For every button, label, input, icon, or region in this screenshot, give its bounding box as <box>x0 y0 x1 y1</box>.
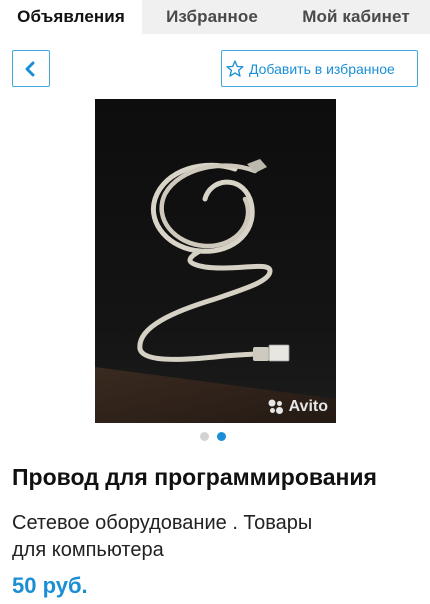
tab-favorites[interactable]: Избранное <box>142 0 282 34</box>
avito-logo-icon <box>268 399 283 414</box>
cable-photo-image <box>95 99 336 423</box>
add-to-favorites-button[interactable]: Добавить в избранное <box>221 50 418 87</box>
category-line-2: для компьютера <box>12 539 164 561</box>
listing-title: Провод для программирования <box>12 464 377 490</box>
add-to-favorites-label: Добавить в избранное <box>249 60 395 77</box>
listing-price: 50 руб. <box>12 573 88 598</box>
gallery-pagination <box>200 432 230 444</box>
listing-photo[interactable]: Avito <box>95 99 336 423</box>
pagination-dot-2[interactable] <box>217 432 226 441</box>
category-line-1: Сетевое оборудование . Товары <box>12 512 313 534</box>
pagination-dot-1[interactable] <box>200 432 209 441</box>
back-button[interactable] <box>12 50 50 87</box>
listing-category: Сетевое оборудование . Товары для компью… <box>12 510 412 564</box>
tab-listings[interactable]: Объявления <box>0 0 142 34</box>
avito-watermark: Avito <box>267 398 328 416</box>
star-outline-icon <box>226 59 244 77</box>
avito-watermark-text: Avito <box>288 398 328 415</box>
top-tab-bar: Объявления Избранное Мой кабинет <box>0 0 430 34</box>
chevron-left-icon <box>25 61 35 76</box>
tab-my-account[interactable]: Мой кабинет <box>282 0 430 34</box>
